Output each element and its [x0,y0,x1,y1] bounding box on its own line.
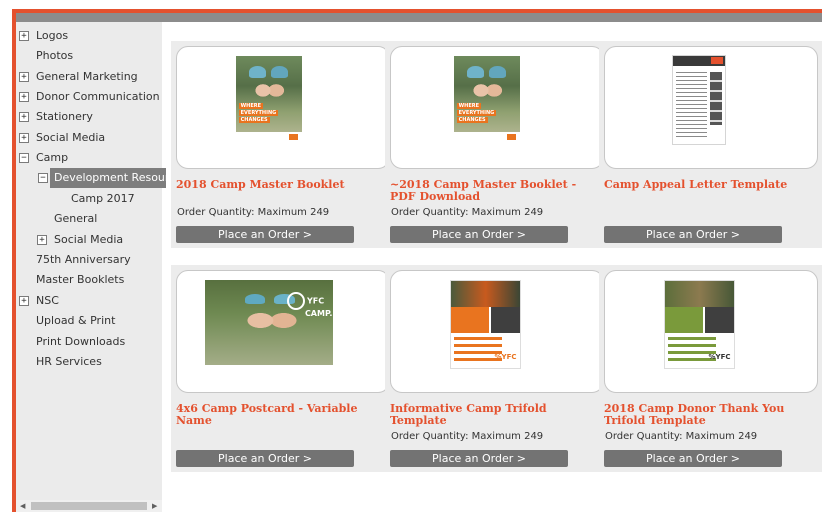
sidebar-item-label: Social Media [36,131,106,144]
header-bar [16,13,822,22]
expand-icon[interactable]: + [37,235,47,245]
sidebar-item-label: NSC [36,294,59,307]
sidebar-item-label: Photos [36,49,74,62]
sidebar-item-label-selected: Development Resources [50,168,166,188]
trifold-thumbnail-image: %YFC [664,280,735,369]
sidebar-item-label: 75th Anniversary [36,253,131,266]
collapse-icon[interactable]: − [38,173,48,183]
product-title[interactable]: Informative Camp Trifold Template [390,403,604,427]
scrollbar-thumb[interactable] [31,502,147,510]
place-order-button[interactable]: Place an Order > [176,450,354,467]
expand-icon[interactable]: + [19,112,29,122]
order-quantity: Order Quantity: Maximum 249 [391,431,544,442]
sidebar-item-camp[interactable]: − Camp [16,148,162,168]
product-title[interactable]: 2018 Camp Master Booklet [176,179,390,191]
product-card: YFC CAMP. 4x6 Camp Postcard - Variable Na… [171,265,395,472]
postcard-thumbnail-image: YFC CAMP. [205,280,333,365]
place-order-button[interactable]: Place an Order > [604,450,782,467]
expand-icon[interactable]: + [19,72,29,82]
scroll-right-icon[interactable]: ▶ [152,500,157,512]
product-card: %YFC Informative Camp Trifold Template O… [385,265,609,472]
category-sidebar: + Logos Photos + General Marketing + Don… [16,22,166,512]
sidebar-item-label: Camp 2017 [71,192,135,205]
product-title[interactable]: Camp Appeal Letter Template [604,179,818,191]
sidebar-item-master-booklets[interactable]: Master Booklets [16,270,162,290]
sidebar-item-label: General Marketing [36,70,138,83]
product-card: WHERE EVERYTHING CHANGES 2018 Camp Master … [171,41,395,248]
expand-icon[interactable]: + [19,31,29,41]
sidebar-item-donor-communication[interactable]: + Donor Communication [16,87,162,107]
product-title[interactable]: 2018 Camp Donor Thank You Trifold Templa… [604,403,818,427]
sidebar-item-label: Print Downloads [36,335,126,348]
sidebar-item-development-resources[interactable]: − Development Resources [34,168,166,188]
booklet-cover-image: WHERE EVERYTHING CHANGES [454,56,520,142]
booklet-cover-image: WHERE EVERYTHING CHANGES [236,56,302,142]
place-order-button[interactable]: Place an Order > [176,226,354,243]
place-order-button[interactable]: Place an Order > [390,226,568,243]
sidebar-item-social-media[interactable]: + Social Media [16,128,162,148]
product-card: WHERE EVERYTHING CHANGES ~2018 Camp Master… [385,41,609,248]
sidebar-item-photos[interactable]: Photos [16,46,162,66]
sidebar-item-upload-print[interactable]: Upload & Print [16,311,162,331]
sidebar-item-label: Upload & Print [36,314,116,327]
product-thumbnail-frame[interactable]: %YFC [390,270,604,393]
trifold-thumbnail-image: %YFC [450,280,521,369]
sidebar-item-label: Donor Communication [36,90,160,103]
sidebar-item-stationery[interactable]: + Stationery [16,107,162,127]
sidebar-item-label: HR Services [36,355,102,368]
sidebar-item-label: Camp [36,151,69,164]
place-order-button[interactable]: Place an Order > [390,450,568,467]
sidebar-item-label: Logos [36,29,69,42]
product-thumbnail-frame[interactable]: YFC CAMP. [176,270,390,393]
collapse-icon[interactable]: − [19,153,29,163]
sidebar-item-logos[interactable]: + Logos [16,26,162,46]
sidebar-item-nsc[interactable]: + NSC [16,291,162,311]
sidebar-item-general-marketing[interactable]: + General Marketing [16,67,162,87]
sidebar-item-social-media-camp[interactable]: + Social Media [16,230,162,250]
product-thumbnail-frame[interactable]: WHERE EVERYTHING CHANGES [390,46,604,169]
order-quantity: Order Quantity: Maximum 249 [177,207,330,218]
product-card: Camp Appeal Letter Template Place an Ord… [599,41,822,248]
order-quantity: Order Quantity: Maximum 249 [605,431,758,442]
expand-icon[interactable]: + [19,133,29,143]
sidebar-item-general[interactable]: General [16,209,162,229]
place-order-button[interactable]: Place an Order > [604,226,782,243]
product-title[interactable]: ~2018 Camp Master Booklet - PDF Download [390,179,604,203]
expand-icon[interactable]: + [19,296,29,306]
product-title[interactable]: 4x6 Camp Postcard - Variable Name [176,403,390,427]
product-thumbnail-frame[interactable]: WHERE EVERYTHING CHANGES [176,46,390,169]
order-quantity: Order Quantity: Maximum 249 [391,207,544,218]
product-card: %YFC 2018 Camp Donor Thank You Trifold T… [599,265,822,472]
product-thumbnail-frame[interactable] [604,46,818,169]
sidebar-horizontal-scrollbar[interactable]: ◀ ▶ [16,500,162,512]
sidebar-item-label: Master Booklets [36,273,125,286]
sidebar-item-label: General [54,212,98,225]
sidebar-item-hr-services[interactable]: HR Services [16,352,162,372]
letter-thumbnail-image [672,55,726,145]
sidebar-item-75th-anniversary[interactable]: 75th Anniversary [16,250,162,270]
sidebar-item-label: Social Media [54,233,124,246]
sidebar-item-print-downloads[interactable]: Print Downloads [16,332,162,352]
sidebar-item-label: Stationery [36,110,93,123]
scroll-left-icon[interactable]: ◀ [20,500,25,512]
product-thumbnail-frame[interactable]: %YFC [604,270,818,393]
expand-icon[interactable]: + [19,92,29,102]
sidebar-item-camp-2017[interactable]: Camp 2017 [16,189,162,209]
